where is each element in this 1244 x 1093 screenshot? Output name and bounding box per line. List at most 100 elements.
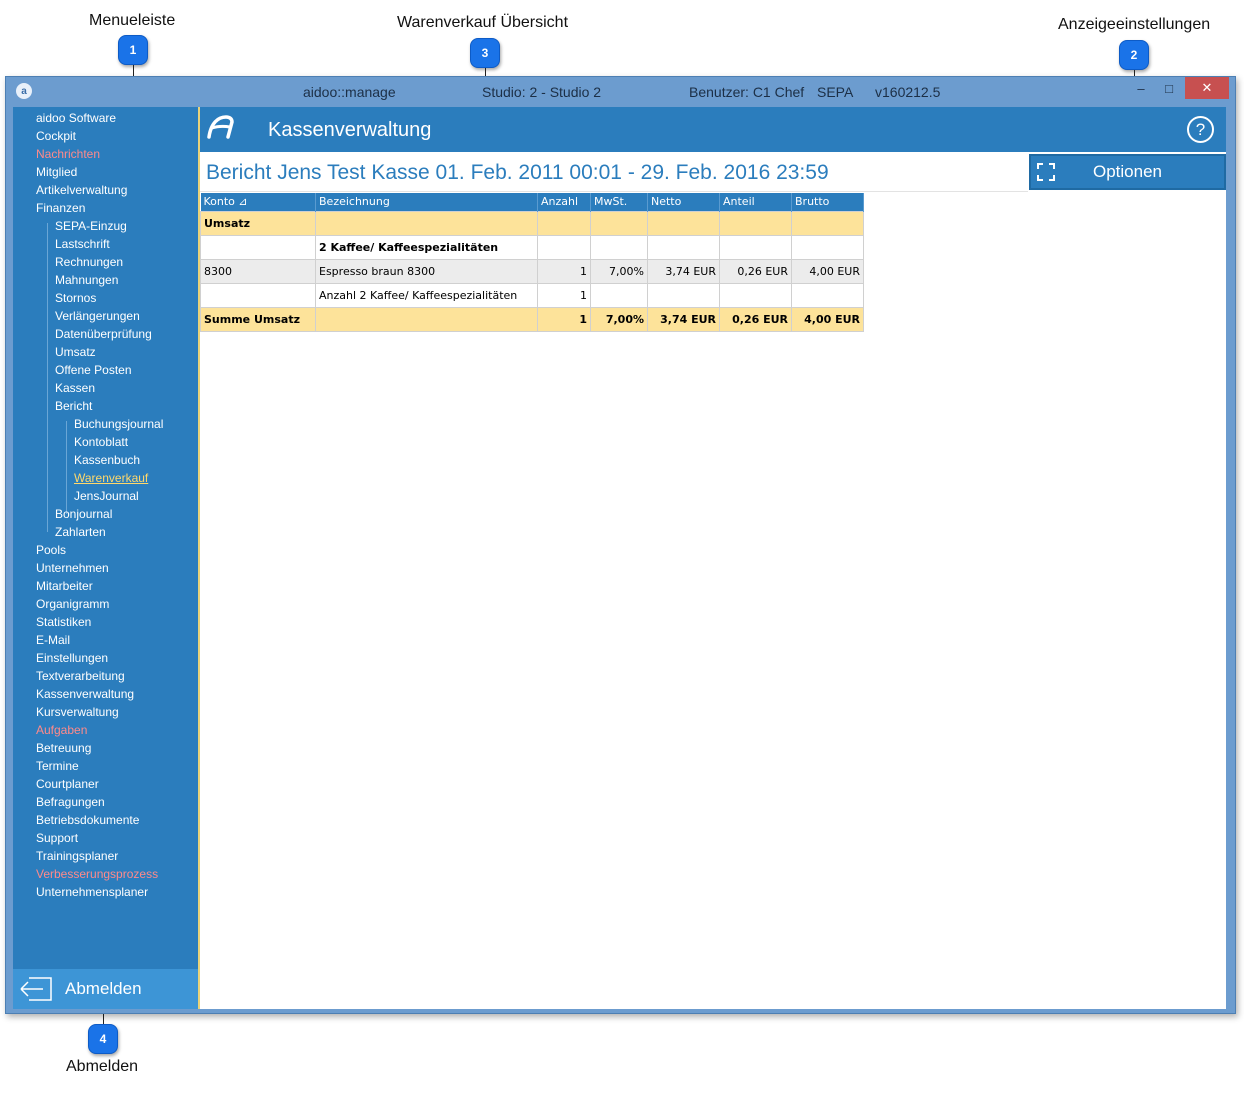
sidebar-item-buchungsjournal[interactable]: Buchungsjournal [74, 417, 163, 431]
options-label: Optionen [1093, 162, 1162, 181]
page-header: Kassenverwaltung ? [200, 107, 1226, 152]
table-cell: 4,00 EUR [791, 258, 864, 284]
sidebar-item-bonjournal[interactable]: Bonjournal [55, 507, 112, 521]
sidebar-item-artikelverwaltung[interactable]: Artikelverwaltung [36, 183, 127, 197]
sidebar-item-offene-posten[interactable]: Offene Posten [55, 363, 132, 377]
tree-line-finanzen [47, 223, 48, 532]
callout-overview-label: Warenverkauf Übersicht [397, 14, 569, 31]
column-header-bezeichnung[interactable]: Bezeichnung [315, 193, 538, 211]
sidebar-item-bericht[interactable]: Bericht [55, 399, 92, 413]
table-cell: 8300 [200, 258, 316, 284]
title-version: v160212.5 [875, 84, 941, 100]
table-cell: Summe Umsatz [200, 306, 316, 332]
sidebar-item-termine[interactable]: Termine [36, 759, 79, 773]
sidebar-item-mitglied[interactable]: Mitglied [36, 165, 77, 179]
sidebar-item-courtplaner[interactable]: Courtplaner [36, 777, 99, 791]
sidebar-item-zahlarten[interactable]: Zahlarten [55, 525, 106, 539]
minimize-button[interactable]: – [1130, 77, 1152, 99]
sidebar-item-kassenbuch[interactable]: Kassenbuch [74, 453, 140, 467]
table-cell [719, 210, 792, 236]
sidebar-item-kontoblatt[interactable]: Kontoblatt [74, 435, 128, 449]
column-header-konto[interactable]: Konto ⊿ [200, 193, 316, 211]
table-cell [719, 234, 792, 260]
callout-logout-label: Abmelden [66, 1058, 139, 1075]
sidebar-item-lastschrift[interactable]: Lastschrift [55, 237, 110, 251]
table-cell [647, 210, 720, 236]
sidebar-item-aufgaben[interactable]: Aufgaben [36, 723, 87, 737]
sidebar-item-cockpit[interactable]: Cockpit [36, 129, 76, 143]
sidebar-item-einstellungen[interactable]: Einstellungen [36, 651, 108, 665]
sidebar-item-mahnungen[interactable]: Mahnungen [55, 273, 118, 287]
sidebar-item-support[interactable]: Support [36, 831, 78, 845]
table-cell [315, 210, 538, 236]
sidebar-item-warenverkauf[interactable]: Warenverkauf [74, 471, 148, 485]
sidebar-item-organigramm[interactable]: Organigramm [36, 597, 109, 611]
sidebar-menu: aidoo Software Cockpit Nachrichten Mitglied… [13, 107, 198, 1009]
title-user: Benutzer: C1 Chef [689, 84, 805, 100]
table-header-row: Konto ⊿ Bezeichnung Anzahl MwSt. Netto A… [200, 193, 864, 211]
column-header-brutto[interactable]: Brutto [791, 193, 864, 211]
table-cell: 0,26 EUR [719, 306, 792, 332]
sidebar-item-umsatz[interactable]: Umsatz [55, 345, 96, 359]
sidebar-item-befragungen[interactable]: Befragungen [36, 795, 105, 809]
title-divider [200, 191, 1028, 192]
close-button[interactable]: ✕ [1185, 77, 1229, 99]
column-header-mwst[interactable]: MwSt. [590, 193, 648, 211]
table-row-sub: 2 Kaffee/ Kaffeespezialitäten [200, 234, 864, 260]
sidebar-item-unternehmen[interactable]: Unternehmen [36, 561, 109, 575]
table-row-row: 8300 Espresso braun 8300 1 7,00% 3,74 EUR 0,2… [200, 258, 864, 284]
sidebar-item-statistiken[interactable]: Statistiken [36, 615, 91, 629]
title-app-name: aidoo::manage [303, 84, 396, 100]
sidebar-item-kursverwaltung[interactable]: Kursverwaltung [36, 705, 119, 719]
sidebar-item-verbesserungsprozess[interactable]: Verbesserungsprozess [36, 867, 158, 881]
sidebar-item-textverarbeitung[interactable]: Textverarbeitung [36, 669, 125, 683]
sidebar-item-betreuung[interactable]: Betreuung [36, 741, 91, 755]
sidebar-item-e-mail[interactable]: E-Mail [36, 633, 70, 647]
callout-overview-badge: 3 [470, 38, 500, 68]
options-button[interactable]: Optionen [1029, 154, 1226, 190]
table-cell [791, 282, 864, 308]
maximize-button[interactable]: □ [1158, 77, 1180, 99]
sidebar-item-rechnungen[interactable]: Rechnungen [55, 255, 123, 269]
sidebar-item-trainingsplaner[interactable]: Trainingsplaner [36, 849, 118, 863]
sidebar-item-pools[interactable]: Pools [36, 543, 66, 557]
help-button[interactable]: ? [1187, 116, 1214, 143]
table-cell [791, 234, 864, 260]
main-content: Kassenverwaltung ? Bericht Jens Test Kas… [198, 107, 1226, 1009]
logout-label: Abmelden [65, 979, 142, 998]
callout-menu-label: Menueleiste [89, 12, 176, 29]
logout-button[interactable]: Abmelden [13, 969, 198, 1009]
sidebar-item-nachrichten[interactable]: Nachrichten [36, 147, 100, 161]
table-cell [200, 234, 316, 260]
sidebar-item-kassen[interactable]: Kassen [55, 381, 95, 395]
table-cell: Anzahl 2 Kaffee/ Kaffeespezialitäten [315, 282, 538, 308]
table-cell: 4,00 EUR [791, 306, 864, 332]
sidebar-item-kassenverwaltung[interactable]: Kassenverwaltung [36, 687, 134, 701]
callout-menu-badge: 1 [118, 35, 148, 65]
sidebar-item-datenüberprüfung[interactable]: Datenüberprüfung [55, 327, 152, 341]
table-cell [590, 282, 648, 308]
callout-logout-badge: 4 [88, 1024, 118, 1054]
table-cell: 1 [537, 282, 591, 308]
title-mode: SEPA [817, 84, 854, 100]
column-header-netto[interactable]: Netto [647, 193, 720, 211]
table-row-group: Umsatz [200, 210, 864, 236]
table-cell [647, 234, 720, 260]
sidebar-item-verlängerungen[interactable]: Verlängerungen [55, 309, 140, 323]
table-cell: 2 Kaffee/ Kaffeespezialitäten [315, 234, 538, 260]
sidebar-item-unternehmensplaner[interactable]: Unternehmensplaner [36, 885, 148, 899]
sidebar-item-sepa-einzug[interactable]: SEPA-Einzug [55, 219, 127, 233]
column-header-anzahl[interactable]: Anzahl [537, 193, 591, 211]
sidebar-item-jensjournal[interactable]: JensJournal [74, 489, 139, 503]
page-title: Kassenverwaltung [268, 119, 432, 141]
sidebar-item-aidoo-software[interactable]: aidoo Software [36, 111, 116, 125]
sidebar-item-mitarbeiter[interactable]: Mitarbeiter [36, 579, 93, 593]
table-row-sum: Summe Umsatz 1 7,00% 3,74 EUR 0,26 EUR 4,00 E… [200, 306, 864, 332]
sidebar-item-betriebsdokumente[interactable]: Betriebsdokumente [36, 813, 139, 827]
table-cell: 1 [537, 306, 591, 332]
table-cell [590, 234, 648, 260]
sidebar-item-finanzen[interactable]: Finanzen [36, 201, 85, 215]
sidebar-item-stornos[interactable]: Stornos [55, 291, 96, 305]
column-header-anteil[interactable]: Anteil [719, 193, 792, 211]
callout-display-badge: 2 [1119, 40, 1149, 70]
